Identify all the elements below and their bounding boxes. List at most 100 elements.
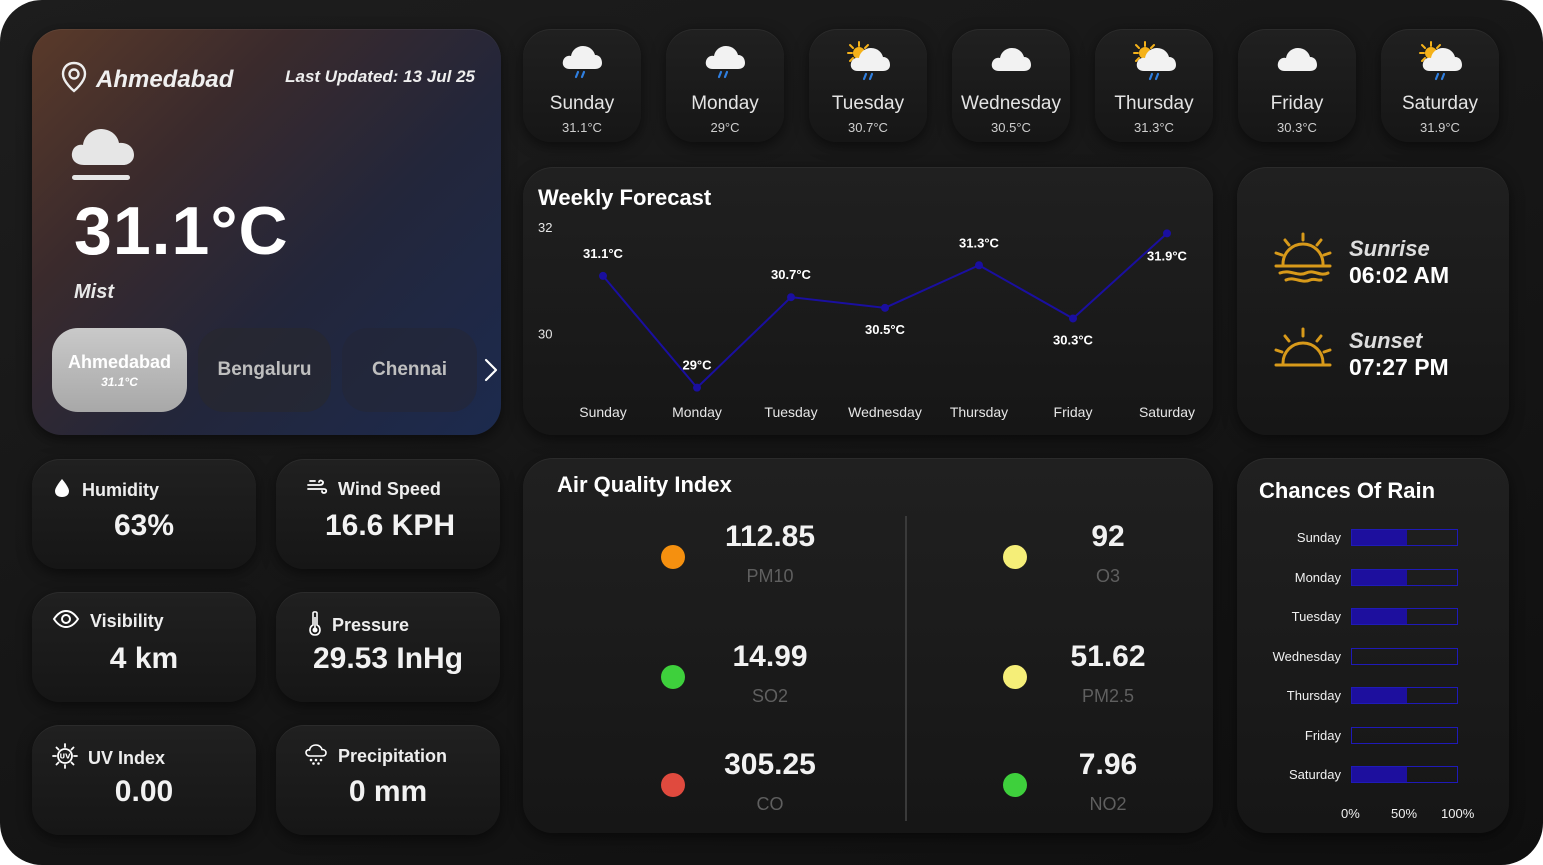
visibility-tile: Visibility 4 km — [32, 592, 256, 702]
aqi-pollutant: PM10 — [746, 566, 794, 586]
rain-bar-track — [1351, 568, 1458, 586]
rain-day-label: Thursday — [1286, 688, 1341, 703]
uv-index-tile: UV UV Index 0.00 — [32, 725, 256, 835]
wind-speed-tile: Wind Speed 16.6 KPH — [276, 459, 500, 569]
rain-bar-track — [1351, 529, 1458, 546]
svg-text:UV: UV — [59, 753, 71, 761]
aqi-pollutant: CO — [756, 794, 784, 814]
forecast-value-label: 31.1°C — [583, 246, 624, 261]
aqi-divider — [905, 516, 907, 821]
cloud-icon — [952, 41, 1070, 81]
day-temp: 30.5°C — [991, 120, 1031, 135]
city-name: Bengaluru — [217, 359, 312, 380]
uv-sun-icon: UV — [52, 743, 78, 774]
location-pin-icon — [60, 61, 88, 98]
day-name: Monday — [691, 93, 759, 114]
precipitation-tile: Precipitation 0 mm — [276, 725, 500, 835]
aqi-value: 92 — [1091, 520, 1125, 553]
visibility-label: Visibility — [90, 611, 164, 631]
forecast-point — [881, 303, 889, 312]
location: Ahmedabad — [60, 61, 233, 98]
sunset-icon — [1273, 323, 1333, 386]
wind-speed-label: Wind Speed — [338, 479, 441, 499]
rain-bar-row: Friday — [1237, 726, 1509, 745]
rain-bar — [1352, 767, 1407, 782]
rain-bar-track — [1351, 647, 1458, 665]
forecast-value-label: 30.5°C — [865, 322, 906, 337]
aqi-pollutant: O3 — [1095, 566, 1120, 586]
weather-dashboard: Ahmedabad Last Updated: 13 Jul 25 31.1°C… — [0, 0, 1543, 865]
wind-speed-value: 16.6 KPH — [324, 509, 456, 542]
wind-icon — [306, 477, 328, 502]
aqi-item-co: 305.25 CO — [661, 748, 891, 838]
aqi-pollutant: NO2 — [1089, 794, 1127, 814]
rain-bar-track — [1351, 726, 1458, 744]
rain-day-label: Sunday — [1296, 530, 1341, 545]
aqi-status-dot — [1003, 545, 1027, 569]
day-temp: 29°C — [710, 120, 740, 135]
cloud-rain-icon — [666, 41, 784, 81]
aqi-pollutant: PM2.5 — [1081, 686, 1135, 706]
sunrise-row: Sunrise 06:02 AM — [1273, 231, 1449, 294]
cloud-icon — [1238, 41, 1356, 81]
day-tile-thursday[interactable]: Thursday 31.3°C — [1095, 29, 1213, 142]
rain-bar-track — [1351, 766, 1458, 783]
city-button-ahmedabad[interactable]: Ahmedabad 31.1°C — [52, 328, 187, 412]
day-tile-monday[interactable]: Monday 29°C — [666, 29, 784, 142]
aqi-pollutant: SO2 — [751, 686, 789, 706]
last-updated: Last Updated: 13 Jul 25 — [285, 67, 475, 86]
aqi-value: 305.25 — [724, 748, 816, 781]
forecast-value-label: 29°C — [682, 358, 712, 373]
day-tile-sunday[interactable]: Sunday 31.1°C — [523, 29, 641, 142]
y-tick-label: 32 — [538, 220, 552, 235]
x-tick-label: Sunday — [579, 404, 626, 420]
day-tile-wednesday[interactable]: Wednesday 30.5°C — [952, 29, 1070, 142]
aqi-status-dot — [661, 773, 685, 797]
sunrise-time: 06:02 AM — [1349, 262, 1450, 288]
humidity-tile: Humidity 63% — [32, 459, 256, 569]
rain-bar-row: Tuesday — [1237, 608, 1509, 626]
day-name: Saturday — [1401, 93, 1479, 114]
location-name: Ahmedabad — [96, 65, 234, 93]
day-name: Tuesday — [831, 93, 905, 114]
city-button-bengaluru[interactable]: Bengaluru — [198, 328, 331, 412]
rain-axis-tick: 0% — [1341, 806, 1360, 821]
aqi-value: 14.99 — [732, 640, 808, 673]
pressure-tile: Pressure 29.53 InHg — [276, 592, 500, 702]
forecast-point — [1069, 314, 1077, 323]
aqi-status-dot — [661, 545, 685, 569]
aqi-value: 112.85 — [724, 520, 816, 553]
x-tick-label: Friday — [1054, 404, 1093, 420]
chevron-right-icon[interactable] — [482, 357, 500, 383]
aqi-status-dot — [661, 665, 685, 689]
aqi-item-no2: 7.96 NO2 — [1003, 748, 1233, 838]
rain-bar-row: Saturday — [1237, 766, 1509, 784]
city-name: Ahmedabad — [67, 351, 172, 372]
day-temp: 30.3°C — [1277, 120, 1317, 135]
sun-cloud-rain-icon — [1095, 41, 1213, 83]
sunset-time: 07:27 PM — [1349, 354, 1449, 380]
rain-bar — [1352, 530, 1407, 545]
day-tile-friday[interactable]: Friday 30.3°C — [1238, 29, 1356, 142]
forecast-value-label: 30.3°C — [1053, 332, 1094, 347]
aqi-value: 7.96 — [1078, 748, 1138, 781]
city-temp: 31.1°C — [101, 374, 138, 389]
day-temp: 30.7°C — [848, 120, 888, 135]
rain-bar-track — [1351, 608, 1458, 625]
day-tile-tuesday[interactable]: Tuesday 30.7°C — [809, 29, 927, 142]
rain-day-label: Monday — [1294, 569, 1341, 585]
rain-day-label: Saturday — [1288, 767, 1341, 782]
forecast-point — [599, 271, 607, 280]
aqi-status-dot — [1003, 665, 1027, 689]
day-tile-saturday[interactable]: Saturday 31.9°C — [1381, 29, 1499, 142]
uv-index-value: 0.00 — [114, 775, 174, 808]
rain-day-label: Wednesday — [1272, 648, 1341, 664]
weekly-forecast-chart: 32 30 31.1°C Sunday 29°C Monday 30.7°C Tuesday 3… — [538, 220, 1195, 420]
humidity-value: 63% — [113, 509, 175, 542]
air-quality-title: Air Quality Index — [557, 472, 732, 497]
x-tick-label: Saturday — [1139, 404, 1195, 420]
current-weather-card: Ahmedabad Last Updated: 13 Jul 25 31.1°C… — [32, 29, 501, 435]
city-button-chennai[interactable]: Chennai — [342, 328, 477, 412]
sunrise-icon — [1273, 231, 1333, 294]
rain-axis-tick: 100% — [1441, 806, 1475, 821]
